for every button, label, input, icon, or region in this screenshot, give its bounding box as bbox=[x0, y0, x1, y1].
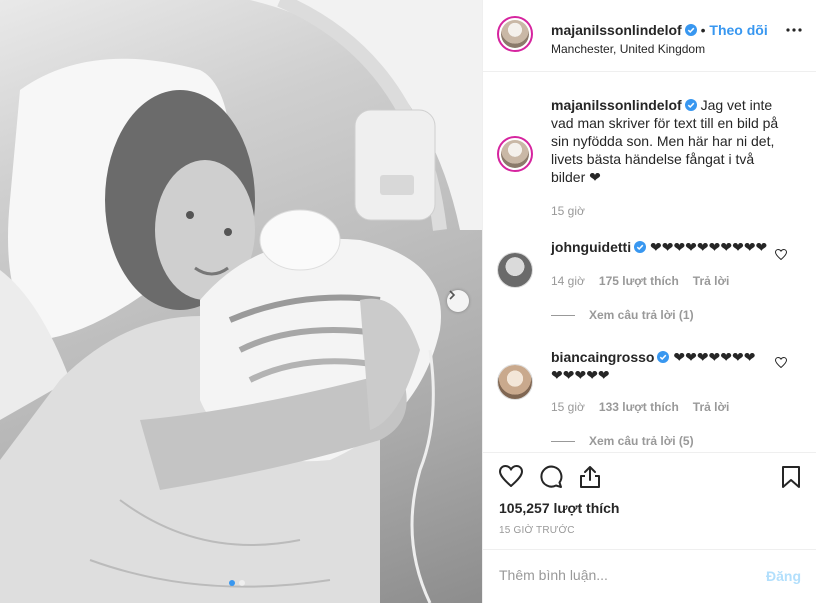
comment-likes[interactable]: 133 lượt thích bbox=[599, 400, 679, 414]
post-header: majanilssonlindelof • Theo dõi Mancheste… bbox=[483, 0, 816, 72]
comment-input[interactable] bbox=[499, 567, 739, 583]
view-replies-button[interactable]: Xem câu trả lời (5) bbox=[551, 434, 694, 448]
caption-avatar[interactable] bbox=[497, 136, 533, 172]
caption-username[interactable]: majanilssonlindelof bbox=[551, 97, 682, 113]
author-username[interactable]: majanilssonlindelof bbox=[551, 22, 682, 38]
caption: majanilssonlindelof Jag vet inte vad man… bbox=[551, 96, 787, 186]
carousel-dot-2 bbox=[239, 580, 245, 586]
author-line: majanilssonlindelof • Theo dõi bbox=[551, 22, 768, 38]
follow-button[interactable]: Theo dõi bbox=[709, 22, 767, 38]
caption-meta: 15 giờ bbox=[551, 204, 585, 218]
comment-avatar[interactable] bbox=[497, 252, 533, 288]
comment-likes[interactable]: 175 lượt thích bbox=[599, 274, 679, 288]
carousel-dots bbox=[229, 580, 245, 586]
replies-divider bbox=[551, 314, 575, 316]
verified-badge-icon bbox=[634, 241, 647, 253]
replies-divider bbox=[551, 440, 575, 442]
comment-icon[interactable] bbox=[539, 465, 563, 489]
author-avatar[interactable] bbox=[497, 16, 533, 52]
reply-button[interactable]: Trả lời bbox=[693, 274, 730, 288]
comments-list[interactable]: majanilssonlindelof Jag vet inte vad man… bbox=[483, 72, 816, 452]
bookmark-icon[interactable] bbox=[781, 465, 801, 489]
view-replies-label: Xem câu trả lời (5) bbox=[589, 434, 694, 448]
comment: biancaingrosso ❤❤❤❤❤❤❤❤❤❤❤❤ bbox=[551, 348, 763, 384]
comment-time[interactable]: 14 giờ bbox=[551, 274, 585, 288]
post-time[interactable]: 15 GIỜ TRƯỚC bbox=[499, 525, 575, 536]
post-location[interactable]: Manchester, United Kingdom bbox=[551, 42, 705, 56]
comment-avatar[interactable] bbox=[497, 364, 533, 400]
comment-username[interactable]: johnguidetti bbox=[551, 239, 631, 255]
next-photo-button[interactable] bbox=[447, 290, 469, 312]
like-count[interactable]: 105,257 lượt thích bbox=[499, 500, 619, 516]
verified-badge-icon bbox=[684, 99, 697, 111]
share-icon[interactable] bbox=[579, 465, 601, 489]
heart-icon[interactable] bbox=[775, 249, 787, 260]
verified-badge-icon bbox=[657, 351, 670, 363]
next-arrow-icon bbox=[449, 290, 456, 300]
view-replies-button[interactable]: Xem câu trả lời (1) bbox=[551, 308, 694, 322]
comment-time[interactable]: 15 giờ bbox=[551, 400, 585, 414]
post-actions: 105,257 lượt thích 15 GIỜ TRƯỚC bbox=[483, 452, 816, 552]
heart-icon[interactable] bbox=[499, 465, 523, 487]
comment-composer: Đăng bbox=[483, 549, 816, 603]
carousel-dot-1 bbox=[229, 580, 235, 586]
comment-meta: 14 giờ 175 lượt thích Trả lời bbox=[551, 274, 729, 288]
post-side-panel: majanilssonlindelof • Theo dõi Mancheste… bbox=[482, 0, 816, 603]
comment-meta: 15 giờ 133 lượt thích Trả lời bbox=[551, 400, 729, 414]
comment-username[interactable]: biancaingrosso bbox=[551, 349, 654, 365]
heart-icon[interactable] bbox=[775, 357, 787, 368]
reply-button[interactable]: Trả lời bbox=[693, 400, 730, 414]
view-replies-label: Xem câu trả lời (1) bbox=[589, 308, 694, 322]
post-photo[interactable] bbox=[0, 0, 482, 603]
verified-badge-icon bbox=[684, 24, 697, 36]
photo-illustration bbox=[0, 0, 482, 603]
comment: johnguidetti ❤❤❤❤❤❤❤❤❤❤ bbox=[551, 238, 771, 256]
comment-text: ❤❤❤❤❤❤❤❤❤❤ bbox=[649, 239, 768, 255]
post-comment-button[interactable]: Đăng bbox=[766, 568, 801, 584]
caption-time[interactable]: 15 giờ bbox=[551, 204, 585, 218]
more-options-icon[interactable] bbox=[786, 28, 802, 32]
